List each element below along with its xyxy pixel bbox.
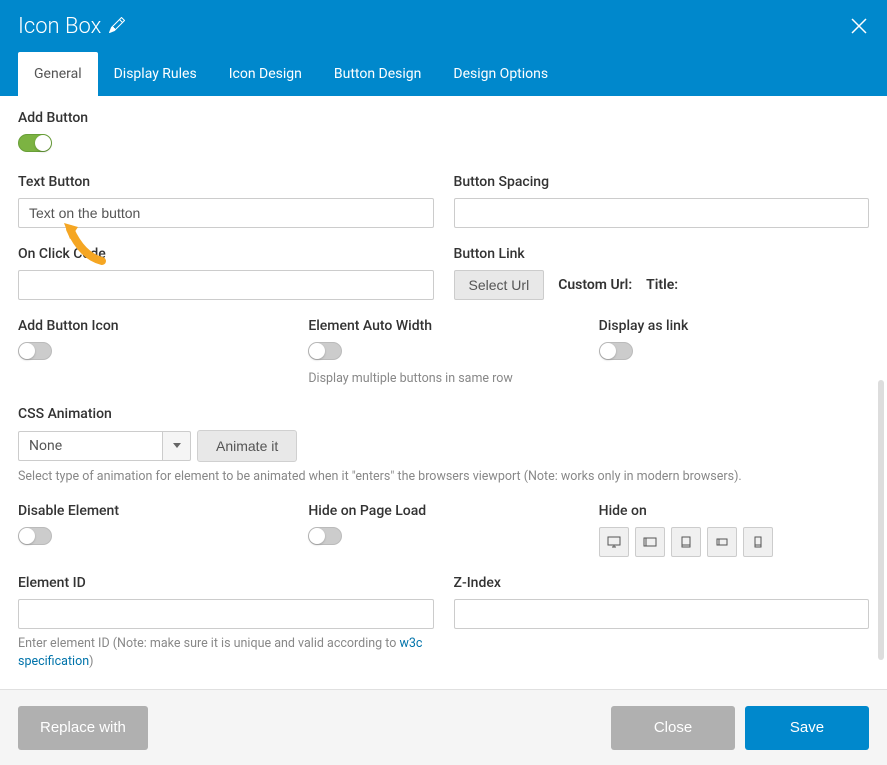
save-button[interactable]: Save: [745, 706, 869, 750]
scrollbar[interactable]: [878, 380, 884, 660]
text-button-label: Text Button: [18, 174, 434, 190]
z-index-label: Z-Index: [454, 575, 870, 591]
modal-footer: Replace with Close Save: [0, 689, 887, 765]
add-button-icon-label: Add Button Icon: [18, 318, 288, 334]
disable-element-toggle[interactable]: [18, 527, 52, 545]
hide-on-label: Hide on: [599, 503, 869, 519]
css-animation-label: CSS Animation: [18, 406, 869, 422]
display-as-link-label: Display as link: [599, 318, 869, 334]
tab-design-options[interactable]: Design Options: [437, 52, 564, 96]
css-animation-select[interactable]: None: [18, 431, 163, 461]
element-auto-width-helper: Display multiple buttons in same row: [308, 370, 578, 388]
tab-general[interactable]: General: [18, 52, 98, 96]
chevron-down-icon[interactable]: [163, 431, 191, 461]
tab-label: Design Options: [453, 66, 548, 82]
close-button[interactable]: Close: [611, 706, 735, 750]
helper-text-pre: Enter element ID (Note: make sure it is …: [18, 636, 399, 651]
modal-title-wrap: Icon Box: [18, 14, 125, 39]
button-spacing-input[interactable]: [454, 198, 870, 228]
hide-on-page-load-toggle[interactable]: [308, 527, 342, 545]
replace-with-button[interactable]: Replace with: [18, 706, 148, 750]
device-mobile-portrait-icon[interactable]: [743, 527, 773, 557]
button-link-label: Button Link: [454, 246, 870, 262]
element-auto-width-label: Element Auto Width: [308, 318, 578, 334]
add-button-label: Add Button: [18, 110, 869, 126]
element-auto-width-toggle[interactable]: [308, 342, 342, 360]
hide-on-page-load-label: Hide on Page Load: [308, 503, 578, 519]
display-as-link-toggle[interactable]: [599, 342, 633, 360]
custom-url-label: Custom Url:: [558, 277, 632, 293]
device-tablet-portrait-icon[interactable]: [671, 527, 701, 557]
tab-icon-design[interactable]: Icon Design: [213, 52, 318, 96]
element-id-label: Element ID: [18, 575, 434, 591]
animate-it-button[interactable]: Animate it: [197, 430, 297, 462]
add-button-icon-toggle[interactable]: [18, 342, 52, 360]
close-icon[interactable]: [849, 16, 869, 36]
button-spacing-label: Button Spacing: [454, 174, 870, 190]
edit-icon[interactable]: [109, 14, 125, 39]
select-url-button[interactable]: Select Url: [454, 270, 545, 300]
disable-element-label: Disable Element: [18, 503, 288, 519]
add-button-toggle[interactable]: [18, 134, 52, 152]
tab-label: Button Design: [334, 66, 422, 82]
tab-display-rules[interactable]: Display Rules: [98, 52, 213, 96]
content-panel: Add Button Text Button Button Spacing On…: [0, 96, 887, 686]
title-label: Title:: [646, 277, 678, 293]
text-button-input[interactable]: [18, 198, 434, 228]
on-click-code-label: On Click Code: [18, 246, 434, 262]
element-id-helper: Enter element ID (Note: make sure it is …: [18, 635, 434, 670]
tab-label: Icon Design: [229, 66, 302, 82]
tab-bar: General Display Rules Icon Design Button…: [0, 52, 887, 96]
css-animation-helper: Select type of animation for element to …: [18, 468, 869, 486]
header-controls: [831, 16, 869, 36]
on-click-code-input[interactable]: [18, 270, 434, 300]
tab-button-design[interactable]: Button Design: [318, 52, 438, 96]
element-id-input[interactable]: [18, 599, 434, 629]
device-mobile-landscape-icon[interactable]: [707, 527, 737, 557]
modal-header: Icon Box: [0, 0, 887, 52]
helper-text-post: ): [89, 654, 93, 669]
tab-label: Display Rules: [114, 66, 197, 82]
tab-label: General: [34, 66, 82, 82]
device-tablet-landscape-icon[interactable]: [635, 527, 665, 557]
modal-title: Icon Box: [18, 14, 101, 39]
device-desktop-icon[interactable]: [599, 527, 629, 557]
z-index-input[interactable]: [454, 599, 870, 629]
